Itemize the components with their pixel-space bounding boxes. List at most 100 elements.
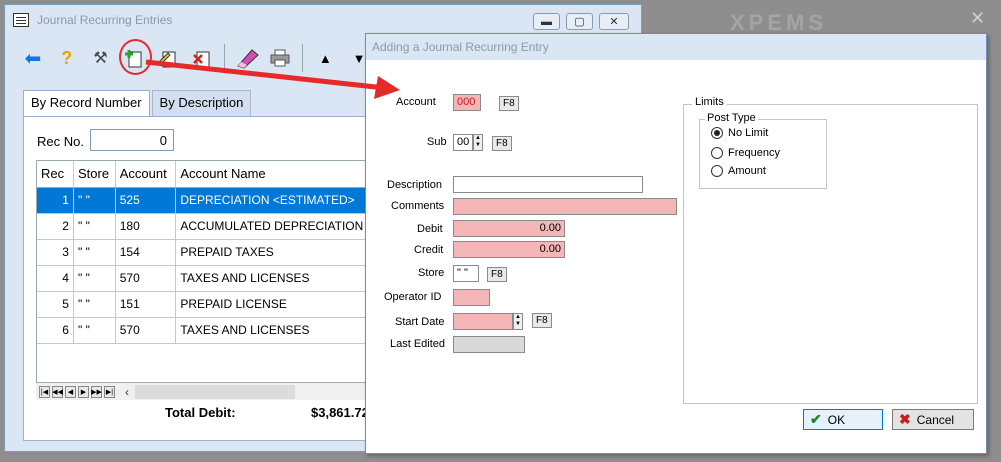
print-icon[interactable] bbox=[267, 44, 295, 72]
radio-no-limit-label: No Limit bbox=[728, 127, 769, 139]
table-row[interactable]: 1 " " 525 DEPRECIATION <ESTIMATED> bbox=[37, 187, 373, 214]
debit-label: Debit bbox=[417, 223, 443, 235]
last-edited-field bbox=[453, 336, 525, 353]
last-record-icon[interactable]: ▶| bbox=[104, 385, 115, 398]
radio-unselected-icon bbox=[711, 147, 723, 159]
radio-frequency-label: Frequency bbox=[728, 147, 780, 159]
total-debit-label: Total Debit: bbox=[165, 405, 236, 420]
cell-account-name: DEPRECIATION <ESTIMATED> bbox=[175, 187, 373, 214]
maximize-button[interactable]: ▢ bbox=[566, 13, 593, 30]
cell-rec: 3 bbox=[37, 239, 74, 266]
back-arrow-icon[interactable]: ⬅ bbox=[19, 44, 47, 72]
table-row[interactable]: 2 " " 180 ACCUMULATED DEPRECIATION bbox=[37, 213, 373, 240]
move-up-icon[interactable]: ▲ bbox=[311, 44, 339, 72]
cancel-button[interactable]: ✖ Cancel bbox=[892, 409, 974, 430]
cancel-x-icon: ✖ bbox=[899, 411, 911, 427]
cell-store: " " bbox=[73, 213, 116, 240]
rec-no-label: Rec No. bbox=[37, 134, 84, 149]
horizontal-scrollbar[interactable] bbox=[135, 384, 295, 399]
cell-store: " " bbox=[73, 239, 116, 266]
tab-by-description[interactable]: By Description bbox=[151, 90, 252, 116]
table-row[interactable]: 5 " " 151 PREPAID LICENSE bbox=[37, 291, 373, 318]
cell-account: 570 bbox=[115, 265, 177, 292]
post-type-label: Post Type bbox=[705, 112, 758, 124]
table-row[interactable]: 6 " " 570 TAXES AND LICENSES bbox=[37, 317, 373, 344]
sub-lookup-button[interactable]: F8 bbox=[492, 136, 512, 151]
store-label: Store bbox=[418, 267, 445, 279]
debit-field[interactable]: 0.00 bbox=[453, 220, 565, 237]
description-field[interactable] bbox=[453, 176, 643, 193]
prev-page-icon[interactable]: ◀◀ bbox=[52, 385, 63, 398]
cell-account-name: PREPAID TAXES bbox=[175, 239, 373, 266]
cell-store: " " bbox=[73, 187, 116, 214]
sub-spinner[interactable]: ▲ ▼ bbox=[473, 134, 483, 151]
cell-store: " " bbox=[73, 317, 116, 344]
ok-button[interactable]: ✔ OK bbox=[803, 409, 883, 430]
cell-account: 525 bbox=[115, 187, 177, 214]
prev-record-icon[interactable]: ◀ bbox=[65, 385, 76, 398]
cell-account: 151 bbox=[115, 291, 177, 318]
help-icon[interactable]: ? bbox=[53, 44, 81, 72]
col-account[interactable]: Account bbox=[115, 161, 177, 188]
edit-record-icon[interactable] bbox=[154, 44, 182, 72]
bg-window-title: Journal Recurring Entries bbox=[37, 13, 173, 27]
start-date-spinner[interactable]: ▲ ▼ bbox=[513, 313, 523, 330]
radio-frequency[interactable]: Frequency bbox=[711, 147, 780, 159]
clear-eraser-icon[interactable] bbox=[233, 44, 261, 72]
last-edited-label: Last Edited bbox=[390, 338, 446, 350]
store-field[interactable]: " " bbox=[453, 265, 479, 282]
cancel-label: Cancel bbox=[916, 412, 955, 427]
highlight-circle bbox=[119, 39, 152, 75]
checkmark-icon: ✔ bbox=[810, 411, 822, 427]
cell-account: 154 bbox=[115, 239, 177, 266]
records-panel: Rec No. 0 Rec Store Account Account Name… bbox=[23, 116, 374, 441]
start-date-field[interactable] bbox=[453, 313, 513, 330]
cell-account: 180 bbox=[115, 213, 177, 240]
next-page-icon[interactable]: ▶▶ bbox=[91, 385, 102, 398]
credit-label: Credit bbox=[414, 244, 444, 256]
cell-account-name: PREPAID LICENSE bbox=[175, 291, 373, 318]
rec-no-input[interactable]: 0 bbox=[90, 129, 174, 151]
comments-field[interactable] bbox=[453, 198, 677, 215]
radio-amount[interactable]: Amount bbox=[711, 165, 766, 177]
cell-rec: 1 bbox=[37, 187, 74, 214]
toolbar: ⬅ ? ⚒ ▲ ▼ bbox=[11, 37, 373, 79]
account-lookup-button[interactable]: F8 bbox=[499, 96, 519, 111]
credit-field[interactable]: 0.00 bbox=[453, 241, 565, 258]
radio-selected-icon bbox=[711, 127, 723, 139]
next-record-icon[interactable]: ▶ bbox=[78, 385, 89, 398]
journal-app-icon bbox=[13, 13, 29, 27]
scroll-left-icon[interactable]: ‹ bbox=[125, 385, 129, 399]
sub-field[interactable]: 00 bbox=[453, 134, 473, 151]
totals: Total Debit: $3,861.72 bbox=[165, 405, 369, 420]
sub-label: Sub bbox=[427, 136, 447, 148]
tab-by-record-number[interactable]: By Record Number bbox=[23, 90, 150, 117]
records-grid: Rec Store Account Account Name 1 " " 525… bbox=[36, 160, 374, 400]
account-label: Account bbox=[396, 96, 436, 108]
cell-store: " " bbox=[73, 291, 116, 318]
table-row[interactable]: 3 " " 154 PREPAID TAXES bbox=[37, 239, 373, 266]
first-record-icon[interactable]: |◀ bbox=[39, 385, 50, 398]
record-navigator: |◀ ◀◀ ◀ ▶ ▶▶ ▶| ‹ bbox=[36, 382, 374, 400]
dialog-title: Adding a Journal Recurring Entry bbox=[366, 34, 986, 60]
operator-id-field[interactable] bbox=[453, 289, 490, 306]
toolbar-separator bbox=[223, 44, 225, 72]
start-date-lookup-button[interactable]: F8 bbox=[532, 313, 552, 328]
ok-label: OK bbox=[827, 412, 846, 427]
delete-record-icon[interactable] bbox=[188, 44, 216, 72]
account-field[interactable]: 000 bbox=[453, 94, 481, 111]
tools-icon[interactable]: ⚒ bbox=[87, 44, 115, 72]
close-button[interactable]: ✕ bbox=[599, 13, 629, 30]
col-store[interactable]: Store bbox=[73, 161, 116, 188]
minimize-button[interactable]: ▬ bbox=[533, 13, 560, 30]
operator-id-label: Operator ID bbox=[384, 291, 442, 303]
store-lookup-button[interactable]: F8 bbox=[487, 267, 507, 282]
view-tabs: By Record Number By Description bbox=[23, 90, 253, 117]
col-account-name[interactable]: Account Name bbox=[175, 161, 373, 188]
cell-rec: 5 bbox=[37, 291, 74, 318]
col-rec[interactable]: Rec bbox=[37, 161, 74, 188]
cell-account: 570 bbox=[115, 317, 177, 344]
table-row[interactable]: 4 " " 570 TAXES AND LICENSES bbox=[37, 265, 373, 292]
cell-account-name: TAXES AND LICENSES bbox=[175, 317, 373, 344]
radio-no-limit[interactable]: No Limit bbox=[711, 127, 768, 139]
